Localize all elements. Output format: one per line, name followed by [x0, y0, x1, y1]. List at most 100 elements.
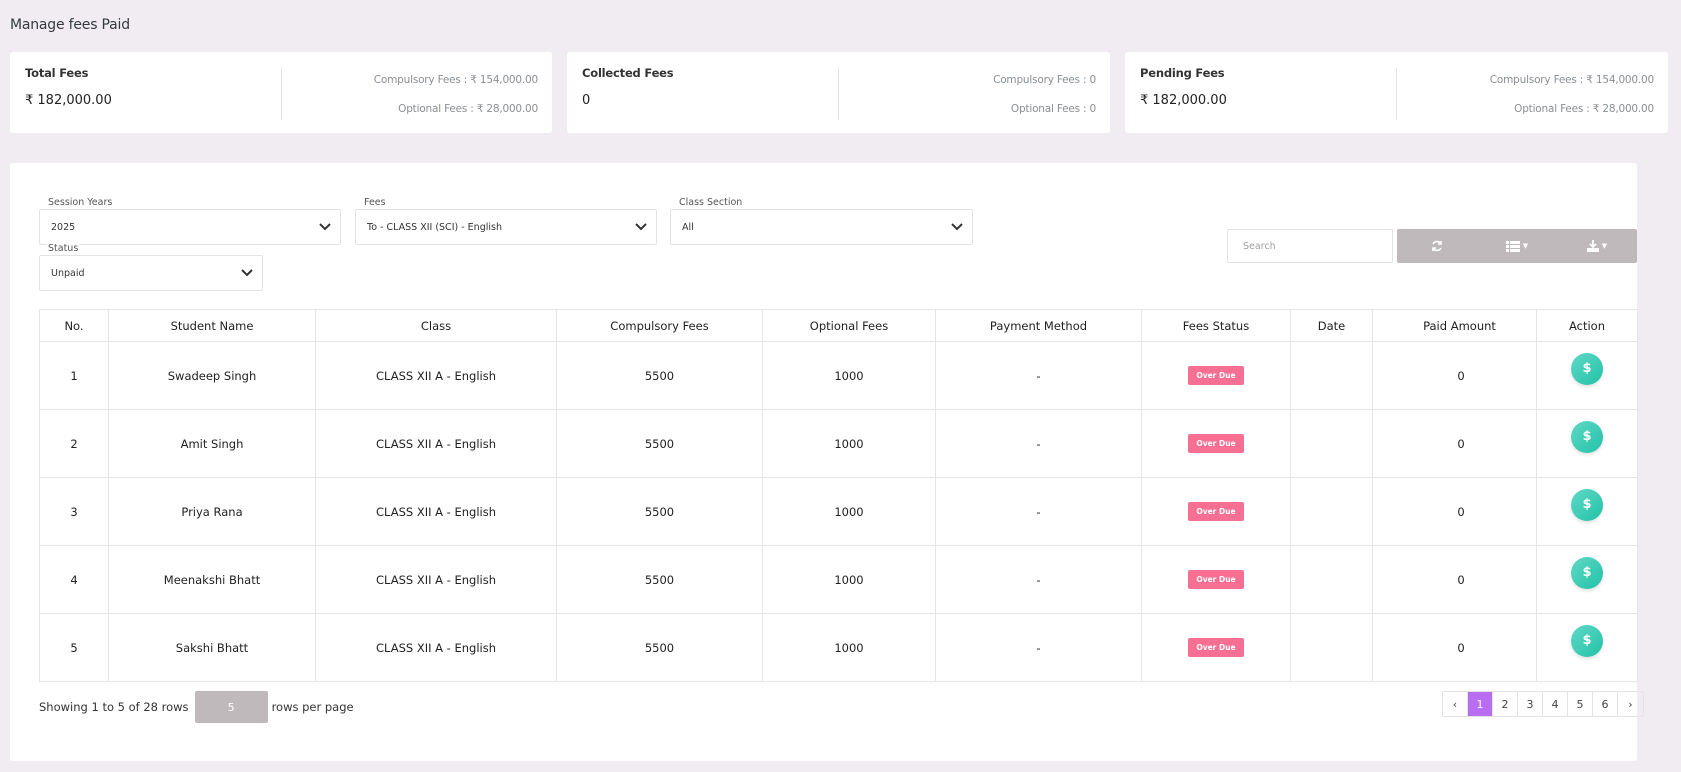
- fees-select[interactable]: Fees To - CLASS XII (SCI) - English: [355, 197, 657, 245]
- cell-class: CLASS XII A - English: [315, 477, 557, 546]
- filter-label: Fees: [363, 197, 387, 208]
- dollar-icon: $: [1582, 361, 1592, 376]
- stat-value: 0: [582, 93, 591, 108]
- export-button[interactable]: ▼: [1557, 229, 1637, 263]
- column-header[interactable]: Class: [315, 309, 557, 342]
- cell-optional-fees: 1000: [762, 341, 936, 410]
- table-toolbar: ▼ ▼: [1397, 229, 1637, 263]
- cell-paid-amount: 0: [1372, 545, 1537, 614]
- filter-label: Class Section: [678, 197, 744, 208]
- cell-action: $: [1536, 477, 1638, 546]
- filter-value: Unpaid: [51, 268, 85, 279]
- pagination-page-4[interactable]: 4: [1543, 692, 1568, 716]
- pagination-page-2[interactable]: 2: [1493, 692, 1518, 716]
- cell-date: [1290, 341, 1373, 410]
- cell-class: CLASS XII A - English: [315, 613, 557, 682]
- pay-fees-button[interactable]: $: [1571, 420, 1603, 453]
- table-row: 1 Swadeep Singh CLASS XII A - English 55…: [39, 341, 1638, 410]
- stat-label: Collected Fees: [582, 66, 674, 80]
- cell-compulsory-fees: 5500: [556, 409, 763, 478]
- cell-no: 5: [39, 613, 109, 682]
- pagination-page-6[interactable]: 6: [1593, 692, 1618, 716]
- rows-per-page-select[interactable]: 5: [194, 691, 268, 723]
- cell-no: 4: [39, 545, 109, 614]
- cell-date: [1290, 613, 1373, 682]
- table-row: 5 Sakshi Bhatt CLASS XII A - English 550…: [39, 613, 1638, 682]
- stat-value: ₹ 182,000.00: [25, 93, 112, 108]
- filter-label: Status: [47, 243, 80, 254]
- cell-fees-status: Over Due: [1141, 341, 1291, 410]
- stat-label: Pending Fees: [1140, 66, 1225, 80]
- columns-button[interactable]: ▼: [1477, 229, 1557, 263]
- search-input[interactable]: [1227, 229, 1393, 263]
- pay-fees-button[interactable]: $: [1571, 488, 1603, 521]
- cell-payment-method: -: [935, 409, 1142, 478]
- filter-value: 2025: [51, 222, 76, 233]
- column-header[interactable]: Date: [1290, 309, 1373, 342]
- cell-payment-method: -: [935, 477, 1142, 546]
- column-header[interactable]: Fees Status: [1141, 309, 1291, 342]
- pay-fees-button[interactable]: $: [1571, 352, 1603, 385]
- column-header[interactable]: Payment Method: [935, 309, 1142, 342]
- download-icon: [1586, 240, 1599, 252]
- chevron-down-icon: [319, 223, 331, 231]
- column-header[interactable]: Paid Amount: [1372, 309, 1537, 342]
- column-header[interactable]: Compulsory Fees: [556, 309, 763, 342]
- cell-payment-method: -: [935, 613, 1142, 682]
- dollar-icon: $: [1582, 633, 1592, 648]
- showing-rows-text: Showing 1 to 5 of 28 rows: [39, 700, 189, 714]
- pagination-info: Showing 1 to 5 of 28 rows 5 rows per pag…: [39, 691, 354, 723]
- filter-value: All: [682, 222, 694, 233]
- stat-divider: [1396, 68, 1397, 120]
- pay-fees-button[interactable]: $: [1571, 556, 1603, 589]
- cell-date: [1290, 409, 1373, 478]
- cell-fees-status: Over Due: [1141, 545, 1291, 614]
- column-header[interactable]: No.: [39, 309, 109, 342]
- cell-student-name: Amit Singh: [108, 409, 316, 478]
- cell-paid-amount: 0: [1372, 477, 1537, 546]
- pagination-page-3[interactable]: 3: [1518, 692, 1543, 716]
- stat-optional: Optional Fees : ₹ 28,000.00: [398, 103, 538, 115]
- status-badge: Over Due: [1188, 638, 1244, 657]
- column-header[interactable]: Action: [1536, 309, 1638, 342]
- cell-paid-amount: 0: [1372, 409, 1537, 478]
- cell-compulsory-fees: 5500: [556, 341, 763, 410]
- pay-fees-button[interactable]: $: [1571, 624, 1603, 657]
- pagination-page-5[interactable]: 5: [1568, 692, 1593, 716]
- pagination-next[interactable]: ›: [1618, 692, 1643, 716]
- stat-divider: [838, 68, 839, 120]
- chevron-down-icon: [241, 269, 253, 277]
- stat-compulsory: Compulsory Fees : ₹ 154,000.00: [1489, 74, 1654, 86]
- cell-date: [1290, 545, 1373, 614]
- rows-per-page-value: 5: [227, 700, 235, 714]
- table-header-row: No. Student Name Class Compulsory Fees O…: [39, 309, 1638, 342]
- stat-optional: Optional Fees : 0: [1010, 103, 1096, 115]
- dollar-icon: $: [1582, 497, 1592, 512]
- cell-compulsory-fees: 5500: [556, 613, 763, 682]
- status-badge: Over Due: [1188, 366, 1244, 385]
- refresh-button[interactable]: [1397, 229, 1477, 263]
- cell-payment-method: -: [935, 341, 1142, 410]
- class-section-select[interactable]: Class Section All: [670, 197, 973, 245]
- fees-table-card: Session Years 2025 Fees To - CLASS XII (…: [10, 163, 1644, 761]
- refresh-icon: [1432, 240, 1442, 252]
- cell-no: 1: [39, 341, 109, 410]
- cell-compulsory-fees: 5500: [556, 545, 763, 614]
- pagination-prev[interactable]: ‹: [1443, 692, 1468, 716]
- caret-down-icon: ▼: [1601, 242, 1608, 250]
- cell-student-name: Sakshi Bhatt: [108, 613, 316, 682]
- pagination-page-1[interactable]: 1: [1468, 692, 1493, 716]
- column-header[interactable]: Student Name: [108, 309, 316, 342]
- session-years-select[interactable]: Session Years 2025: [39, 197, 341, 245]
- cell-student-name: Meenakshi Bhatt: [108, 545, 316, 614]
- stat-compulsory: Compulsory Fees : ₹ 154,000.00: [373, 74, 538, 86]
- column-header[interactable]: Optional Fees: [762, 309, 936, 342]
- status-select[interactable]: Status Unpaid: [39, 243, 263, 291]
- cell-student-name: Priya Rana: [108, 477, 316, 546]
- cell-optional-fees: 1000: [762, 477, 936, 546]
- stat-card-pending-fees: Pending Fees ₹ 182,000.00 Compulsory Fee…: [1125, 52, 1668, 133]
- cell-optional-fees: 1000: [762, 613, 936, 682]
- rows-per-page-label: rows per page: [271, 700, 354, 714]
- cell-class: CLASS XII A - English: [315, 545, 557, 614]
- stat-card-total-fees: Total Fees ₹ 182,000.00 Compulsory Fees …: [10, 52, 552, 133]
